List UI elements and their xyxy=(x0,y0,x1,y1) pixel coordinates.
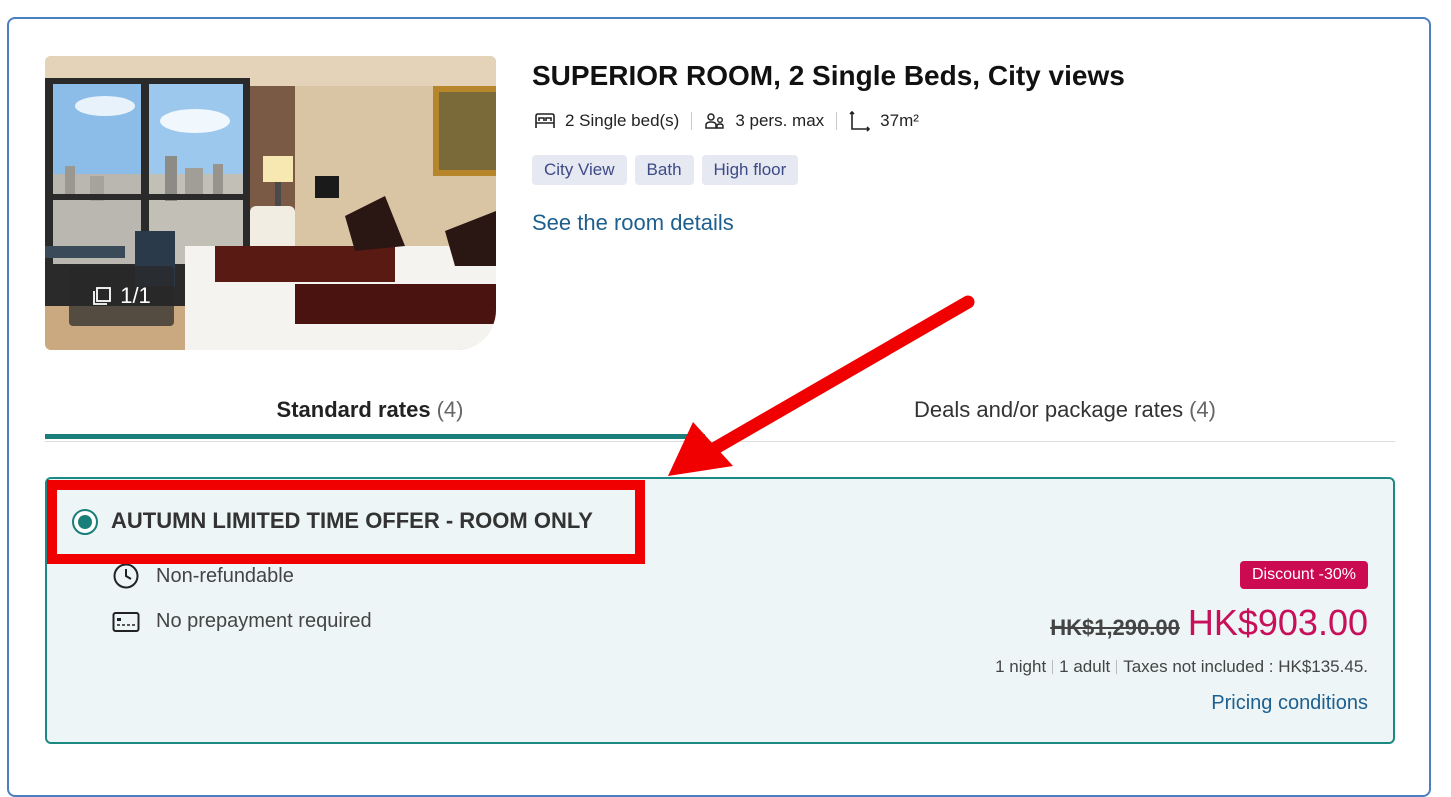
persons-icon xyxy=(705,113,725,129)
guests-text: 1 adult xyxy=(1059,657,1111,676)
room-title: SUPERIOR ROOM, 2 Single Beds, City views xyxy=(532,60,1125,91)
room-tags: City View Bath High floor xyxy=(532,155,799,185)
price-info-divider xyxy=(1052,660,1054,674)
clock-icon xyxy=(113,563,139,589)
tab-deals-rates[interactable]: Deals and/or package rates (4) xyxy=(725,380,1405,440)
photo-counter[interactable]: 1/1 xyxy=(69,266,174,326)
room-details-link[interactable]: See the room details xyxy=(532,210,734,236)
pricing-conditions-link[interactable]: Pricing conditions xyxy=(1211,692,1368,715)
fact-divider xyxy=(691,112,693,130)
tab-standard-rates[interactable]: Standard rates (4) xyxy=(45,380,695,440)
tag-city-view: City View xyxy=(532,155,627,185)
tag-high-floor: High floor xyxy=(701,155,799,185)
bed-icon xyxy=(535,113,555,128)
condition-prepayment-text: No prepayment required xyxy=(156,610,372,632)
credit-card-icon xyxy=(112,611,140,632)
taxes-text: Taxes not included : HK$135.45. xyxy=(1123,657,1368,676)
fact-divider xyxy=(836,112,838,130)
rate-tabs: Standard rates (4) Deals and/or package … xyxy=(45,380,1395,442)
tab-deals-count: (4) xyxy=(1189,397,1216,422)
area-icon xyxy=(849,110,871,132)
original-price: HK$1,290.00 xyxy=(1050,615,1180,640)
price-info: 1 night 1 adult Taxes not included : HK$… xyxy=(995,657,1368,677)
active-tab-indicator xyxy=(45,434,705,439)
fact-beds-text: 2 Single bed(s) xyxy=(565,111,680,130)
tab-deals-label: Deals and/or package rates xyxy=(914,397,1184,422)
fact-beds: 2 Single bed(s) xyxy=(534,111,679,131)
price-row: HK$1,290.00 HK$903.00 xyxy=(1050,602,1368,644)
discount-badge: Discount -30% xyxy=(1239,561,1368,589)
annotation-highlight-box xyxy=(47,480,645,564)
photo-counter-text: 1/1 xyxy=(120,283,151,308)
price-info-divider xyxy=(1116,660,1118,674)
gallery-icon xyxy=(93,287,112,305)
fact-occupancy: 3 pers. max xyxy=(704,111,824,131)
fact-size: 37m² xyxy=(849,110,919,132)
fact-size-text: 37m² xyxy=(880,111,919,130)
room-facts: 2 Single bed(s) 3 pers. max 37m² xyxy=(534,110,919,132)
current-price: HK$903.00 xyxy=(1187,602,1368,643)
condition-refund-text: Non-refundable xyxy=(156,564,294,587)
nights-text: 1 night xyxy=(995,657,1047,676)
tab-standard-label: Standard rates xyxy=(276,397,431,422)
tab-standard-count: (4) xyxy=(436,397,464,422)
condition-refund: Non-refundable xyxy=(112,562,294,590)
condition-prepayment: No prepayment required xyxy=(112,610,372,633)
tag-bath: Bath xyxy=(634,155,694,185)
fact-occupancy-text: 3 pers. max xyxy=(735,111,825,130)
